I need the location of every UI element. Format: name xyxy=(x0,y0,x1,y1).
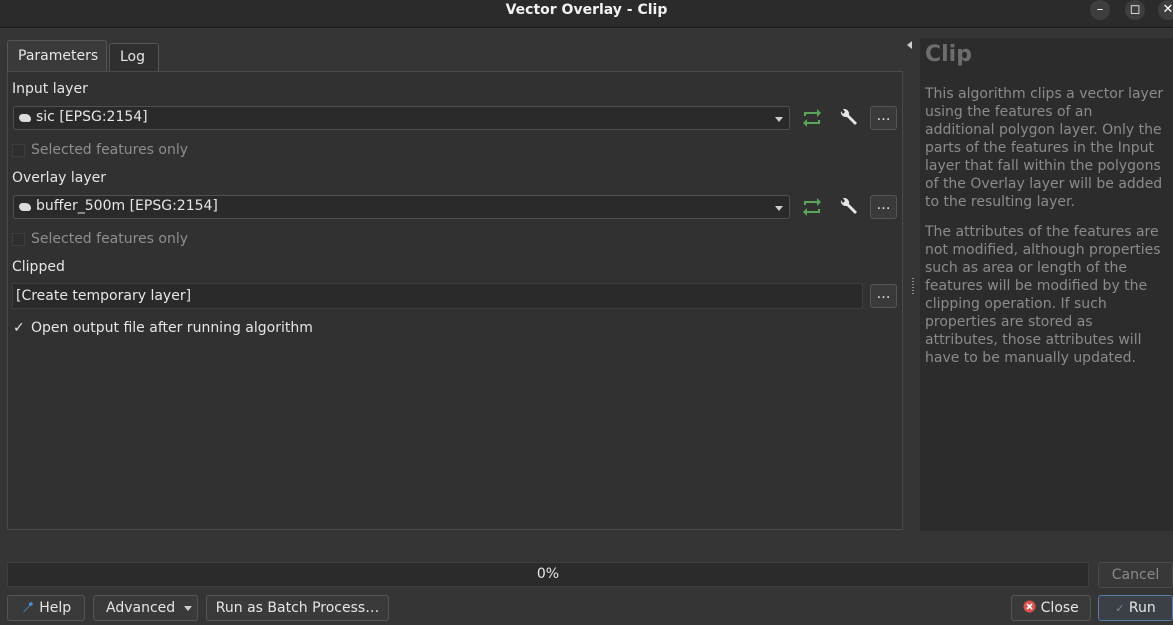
input-layer-more-button[interactable]: … xyxy=(870,106,897,130)
title-bar: Vector Overlay - Clip – ◻ ✕ xyxy=(0,0,1173,28)
open-output-checkbox[interactable]: ✓ xyxy=(13,320,27,336)
help-button[interactable]: Help xyxy=(7,595,85,621)
help-paragraph-1: This algorithm clips a vector layer usin… xyxy=(925,86,1164,210)
help-title: Clip xyxy=(925,42,972,67)
maximize-button[interactable]: ◻ xyxy=(1125,0,1145,20)
chevron-down-icon xyxy=(775,117,783,122)
clipped-label: Clipped xyxy=(12,259,65,275)
close-button[interactable]: Close xyxy=(1011,595,1091,621)
run-batch-button[interactable]: Run as Batch Process… xyxy=(206,595,389,621)
chevron-down-icon xyxy=(184,606,192,611)
chevron-down-icon xyxy=(775,206,783,211)
help-button-label: Help xyxy=(39,600,72,616)
input-layer-combo[interactable]: sic [EPSG:2154] xyxy=(13,106,790,130)
help-paragraph-2: The attributes of the features are not m… xyxy=(925,224,1161,366)
collapse-help-arrow-icon[interactable] xyxy=(907,41,912,49)
cancel-button[interactable]: Cancel xyxy=(1098,562,1173,588)
tab-parameters[interactable]: Parameters xyxy=(7,40,107,71)
clipped-more-button[interactable]: … xyxy=(870,284,897,308)
progress-bar: 0% xyxy=(7,562,1089,587)
splitter-handle[interactable] xyxy=(912,278,914,294)
iterate-refresh-icon[interactable] xyxy=(799,195,825,219)
close-window-button[interactable]: ✕ xyxy=(1158,0,1173,20)
overlay-selected-only-label: Selected features only xyxy=(31,231,189,247)
progress-text: 0% xyxy=(536,566,560,582)
overlay-layer-label: Overlay layer xyxy=(12,170,107,186)
overlay-layer-value: buffer_500m [EPSG:2154] xyxy=(36,198,218,214)
help-icon xyxy=(22,602,33,612)
clipped-output-field[interactable]: [Create temporary layer] xyxy=(12,283,863,309)
iterate-refresh-icon[interactable] xyxy=(799,106,825,130)
window-title: Vector Overlay - Clip xyxy=(505,2,668,18)
close-icon xyxy=(1023,600,1036,613)
overlay-layer-combo[interactable]: buffer_500m [EPSG:2154] xyxy=(13,195,790,219)
polygon-layer-icon xyxy=(19,203,31,211)
run-button[interactable]: ✓ Run xyxy=(1098,595,1173,621)
advanced-button[interactable]: Advanced xyxy=(93,595,198,621)
overlay-layer-more-button[interactable]: … xyxy=(870,195,897,219)
input-selected-only-label: Selected features only xyxy=(31,142,189,158)
advanced-button-label: Advanced xyxy=(106,600,176,616)
help-panel: Clip This algorithm clips a vector layer… xyxy=(920,38,1173,531)
run-check-icon: ✓ xyxy=(1115,602,1125,615)
input-layer-label: Input layer xyxy=(12,81,88,97)
input-layer-value: sic [EPSG:2154] xyxy=(36,109,148,125)
input-selected-only-checkbox[interactable] xyxy=(12,144,25,157)
wrench-icon[interactable] xyxy=(835,106,861,130)
minimize-button[interactable]: – xyxy=(1090,0,1110,20)
polygon-layer-icon xyxy=(19,114,31,122)
overlay-selected-only-checkbox[interactable] xyxy=(12,233,25,246)
wrench-icon[interactable] xyxy=(835,195,861,219)
close-button-label: Close xyxy=(1040,600,1079,616)
run-button-label: Run xyxy=(1128,600,1156,616)
open-output-label: Open output file after running algorithm xyxy=(31,320,313,336)
tab-log[interactable]: Log xyxy=(109,43,159,71)
